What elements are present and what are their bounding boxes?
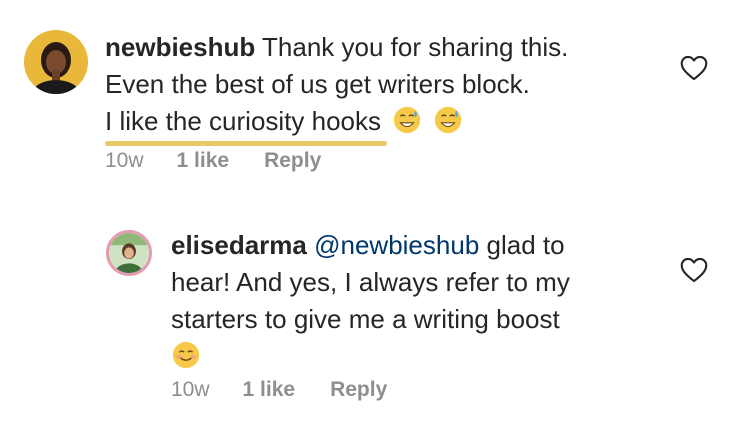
username-link[interactable]: newbieshub [105,32,255,62]
comment-meta-2: 10w 1 like Reply [171,378,387,402]
comment-text-line: Even the best of us get writers block. [105,69,530,99]
comment-text-line: starters to give me a writing boost [171,304,560,334]
username-link[interactable]: elisedarma [171,230,307,260]
comment-text-line: Thank you for sharing this. [262,32,569,62]
grinning-sweat-emoji [392,105,422,135]
avatar-elisedarma[interactable] [106,230,152,276]
mention-link[interactable]: @newbieshub [314,230,479,260]
comment-body-2: elisedarma @newbieshub glad to hear! And… [171,227,570,375]
heart-icon[interactable] [680,55,708,81]
grinning-sweat-emoji [433,105,463,135]
avatar-newbieshub[interactable] [24,30,88,94]
likes-count[interactable]: 1 like [177,149,230,173]
timestamp[interactable]: 10w [105,149,144,173]
comment-body-1: newbieshub Thank you for sharing this. E… [105,29,569,146]
avatar-image [109,233,149,273]
heart-icon[interactable] [680,257,708,283]
reply-button[interactable]: Reply [330,378,387,402]
highlighted-text: I like the curiosity hooks [105,103,388,146]
comment-text-line: hear! And yes, I always refer to my [171,267,570,297]
reply-button[interactable]: Reply [264,149,321,173]
comment-text-line: glad to [486,230,565,260]
likes-count[interactable]: 1 like [243,378,296,402]
smiling-blush-emoji [171,340,201,370]
comment-meta-1: 10w 1 like Reply [105,149,321,173]
timestamp[interactable]: 10w [171,378,210,402]
avatar-image [24,30,88,94]
